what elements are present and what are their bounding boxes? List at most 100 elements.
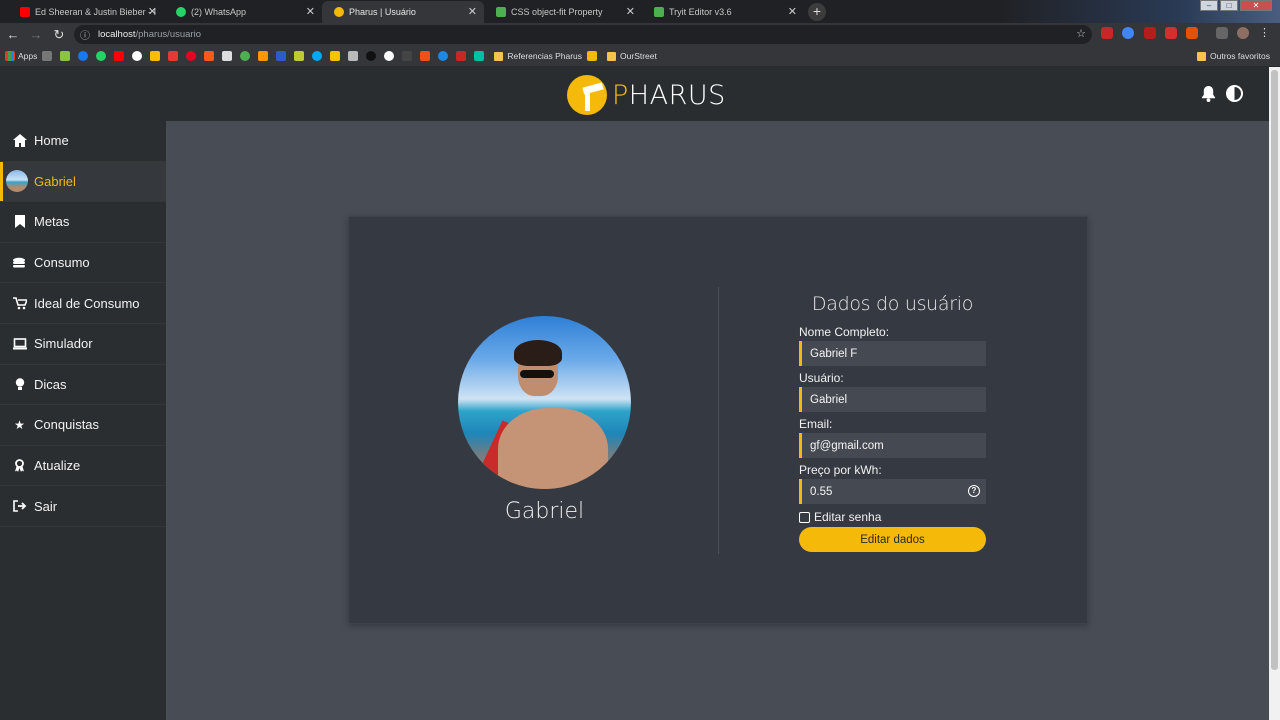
bookmark-icon[interactable] xyxy=(240,51,253,61)
github-bookmark-icon[interactable] xyxy=(366,51,379,61)
apps-grid-icon xyxy=(5,51,15,61)
bookmarks-bar: Apps Referencias Pharus OurStreet Outros… xyxy=(0,46,1280,67)
bookmark-icon xyxy=(12,214,27,229)
bookmark-icon[interactable] xyxy=(402,51,415,61)
back-icon[interactable]: ← xyxy=(3,27,23,42)
bookmark-icon[interactable] xyxy=(204,51,217,61)
edit-password-link[interactable]: Editar senha xyxy=(799,510,986,524)
reading-list-icon[interactable] xyxy=(1216,27,1228,39)
folder-icon xyxy=(1197,51,1206,61)
bookmark-star-icon[interactable]: ☆ xyxy=(1076,27,1086,40)
pinterest-bookmark-icon[interactable] xyxy=(186,51,199,61)
bell-icon[interactable] xyxy=(1201,85,1216,102)
close-icon[interactable]: ✕ xyxy=(468,5,477,18)
bookmark-icon[interactable] xyxy=(438,51,451,61)
browser-tabstrip: Ed Sheeran & Justin Bieber - I Do ✕ (2) … xyxy=(0,0,1280,23)
close-icon[interactable]: ✕ xyxy=(306,5,315,18)
bookmark-icon[interactable] xyxy=(60,51,73,61)
sidebar-item-metas[interactable]: Metas xyxy=(0,202,166,243)
reload-icon[interactable]: ↻ xyxy=(49,27,69,43)
bookmark-icon[interactable] xyxy=(294,51,307,61)
browser-tab[interactable]: CSS object-fit Property ✕ xyxy=(484,1,642,23)
bookmark-icon[interactable] xyxy=(348,51,361,61)
youtube-extension-icon[interactable] xyxy=(1165,27,1177,39)
sidebar-item-ideal-consumo[interactable]: Ideal de Consumo xyxy=(0,283,166,324)
office-extension-icon[interactable] xyxy=(1186,27,1198,39)
browser-tab-active[interactable]: Pharus | Usuário ✕ xyxy=(322,1,484,23)
forward-icon[interactable]: → xyxy=(26,27,46,42)
page-scrollbar[interactable] xyxy=(1269,67,1280,720)
tab-title: Ed Sheeran & Justin Bieber - I Do xyxy=(35,7,156,17)
figma-bookmark-icon[interactable] xyxy=(420,51,433,61)
email-label: Email: xyxy=(799,417,833,431)
sidebar-item-label: Dicas xyxy=(34,376,67,392)
sidebar-item-consumo[interactable]: Consumo xyxy=(0,243,166,284)
theme-toggle-icon[interactable] xyxy=(1226,85,1243,102)
sidebar-item-label: Home xyxy=(34,133,69,149)
pharus-logo[interactable]: PHARUS xyxy=(567,75,726,115)
drive-bookmark-icon[interactable] xyxy=(150,51,163,61)
username-label: Usuário: xyxy=(799,371,844,385)
browser-tab[interactable]: Ed Sheeran & Justin Bieber - I Do ✕ xyxy=(8,1,164,23)
whatsapp-bookmark-icon[interactable] xyxy=(96,51,109,61)
sidebar: Home Gabriel Metas Consumo Ideal de Cons… xyxy=(0,121,166,720)
window-close-button[interactable]: ✕ xyxy=(1240,0,1272,11)
bookmark-icon[interactable] xyxy=(384,51,397,61)
youtube-bookmark-icon[interactable] xyxy=(114,51,127,61)
info-icon[interactable]: ⓘ xyxy=(80,27,90,42)
coins-icon xyxy=(12,255,27,270)
sidebar-item-profile[interactable]: Gabriel xyxy=(0,161,166,203)
sidebar-item-atualize[interactable]: Atualize xyxy=(0,446,166,487)
help-icon[interactable]: ? xyxy=(968,485,980,497)
bookmark-folder-referencias[interactable]: Referencias Pharus xyxy=(494,51,582,61)
bookmark-icon[interactable] xyxy=(330,51,343,61)
sidebar-item-label: Sair xyxy=(34,498,58,514)
price-field[interactable]: 0.55 ? xyxy=(799,479,986,504)
email-field[interactable]: gf@gmail.com xyxy=(799,433,986,458)
bookmark-icon[interactable] xyxy=(42,51,55,61)
address-bar[interactable]: ⓘ localhost /pharus/usuario ☆ xyxy=(74,25,1092,44)
close-icon[interactable]: ✕ xyxy=(788,5,797,18)
bookmark-folder-ourstreet[interactable]: OurStreet xyxy=(607,51,657,61)
bookmark-icon[interactable] xyxy=(587,51,600,61)
adblock-extension-icon[interactable] xyxy=(1101,27,1113,39)
browser-tab[interactable]: (2) WhatsApp ✕ xyxy=(164,1,322,23)
apps-label: Apps xyxy=(18,51,38,61)
new-tab-button[interactable]: + xyxy=(808,3,826,21)
bookmark-icon[interactable] xyxy=(474,51,487,61)
apps-bookmark[interactable]: Apps xyxy=(5,51,37,61)
bookmark-icon[interactable] xyxy=(222,51,235,61)
whatsapp-icon xyxy=(176,7,186,17)
scrollbar-thumb[interactable] xyxy=(1271,70,1278,670)
other-favorites-folder[interactable]: Outros favoritos xyxy=(1197,51,1270,61)
edit-data-button[interactable]: Editar dados xyxy=(799,527,986,552)
bookmark-icon[interactable] xyxy=(258,51,271,61)
bookmark-icon[interactable] xyxy=(168,51,181,61)
bookmark-icon[interactable] xyxy=(276,51,289,61)
sidebar-item-dicas[interactable]: Dicas xyxy=(0,365,166,406)
bookmark-icon[interactable] xyxy=(456,51,469,61)
maximize-button[interactable]: □ xyxy=(1220,0,1238,11)
window-controls: – □ ✕ xyxy=(1200,0,1272,11)
minimize-button[interactable]: – xyxy=(1200,0,1218,11)
bookmark-icon[interactable] xyxy=(312,51,325,61)
sidebar-item-conquistas[interactable]: ★ Conquistas xyxy=(0,405,166,446)
sidebar-item-home[interactable]: Home xyxy=(0,121,166,162)
tab-title: Pharus | Usuário xyxy=(349,7,416,17)
menu-kebab-icon[interactable]: ⋮ xyxy=(1259,27,1271,39)
price-label: Preço por kWh: xyxy=(799,463,882,477)
pdf-extension-icon[interactable] xyxy=(1144,27,1156,39)
sidebar-item-sair[interactable]: Sair xyxy=(0,486,166,527)
browser-tab[interactable]: Tryit Editor v3.6 ✕ xyxy=(642,1,804,23)
close-icon[interactable]: ✕ xyxy=(626,5,635,18)
translate-extension-icon[interactable] xyxy=(1122,27,1134,39)
app-root: PHARUS Home Gabriel Metas Consumo Ideal … xyxy=(0,67,1269,720)
sidebar-item-simulador[interactable]: Simulador xyxy=(0,324,166,365)
facebook-bookmark-icon[interactable] xyxy=(78,51,91,61)
full-name-field[interactable]: Gabriel F xyxy=(799,341,986,366)
profile-avatar-icon[interactable] xyxy=(1237,27,1249,39)
google-bookmark-icon[interactable] xyxy=(132,51,145,61)
close-icon[interactable]: ✕ xyxy=(148,5,157,18)
username-field[interactable]: Gabriel xyxy=(799,387,986,412)
folder-icon xyxy=(494,51,504,61)
